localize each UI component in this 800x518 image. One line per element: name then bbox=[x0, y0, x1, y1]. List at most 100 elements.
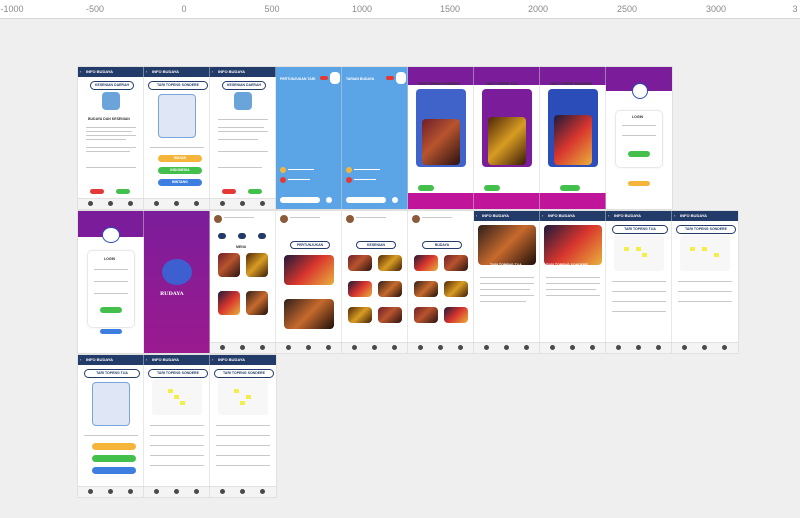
home-icon[interactable] bbox=[220, 345, 225, 350]
schedule-row[interactable] bbox=[150, 425, 204, 427]
settings-icon[interactable] bbox=[656, 345, 661, 350]
settings-icon[interactable] bbox=[458, 345, 463, 350]
search-icon[interactable] bbox=[570, 345, 575, 350]
calendar-highlight[interactable] bbox=[234, 389, 239, 393]
back-arrow-icon[interactable]: ‹ bbox=[80, 357, 81, 362]
green-option-button[interactable] bbox=[92, 455, 136, 462]
yellow-option-button[interactable]: WAYAN bbox=[158, 155, 202, 162]
calendar-highlight[interactable] bbox=[636, 247, 641, 251]
settings-icon[interactable] bbox=[326, 345, 331, 350]
schedule-row[interactable] bbox=[678, 301, 732, 303]
settings-icon[interactable] bbox=[392, 345, 397, 350]
search-icon[interactable] bbox=[636, 345, 641, 350]
screen-gallery-3[interactable]: BUDAYA bbox=[408, 211, 474, 353]
screen-onboard-3[interactable]: TARI TOPENG SONDERE bbox=[540, 67, 606, 209]
schedule-row[interactable] bbox=[216, 465, 270, 467]
home-icon[interactable] bbox=[220, 489, 225, 494]
calendar-highlight[interactable] bbox=[174, 395, 179, 399]
gallery-photo[interactable] bbox=[348, 307, 372, 323]
settings-icon[interactable] bbox=[194, 201, 199, 206]
screen-schedule-3[interactable]: ‹ INFO BUDAYA TARI TOPENG SONDERE bbox=[144, 355, 210, 497]
calendar-highlight[interactable] bbox=[624, 247, 629, 251]
menu-item-photo[interactable] bbox=[246, 253, 268, 277]
email-field[interactable] bbox=[94, 293, 128, 295]
screen-onboard-1[interactable]: TARI TOPENG SONDERE bbox=[408, 67, 474, 209]
gallery-photo[interactable] bbox=[378, 307, 402, 323]
schedule-row[interactable] bbox=[678, 281, 732, 283]
menu-item-photo[interactable] bbox=[218, 253, 240, 277]
category-icon[interactable] bbox=[218, 233, 226, 239]
screen-article-2[interactable]: ‹ INFO BUDAYA TARI TOPENG SONDERE bbox=[540, 211, 606, 353]
back-arrow-icon[interactable]: ‹ bbox=[674, 213, 675, 218]
back-arrow-icon[interactable]: ‹ bbox=[212, 357, 213, 362]
home-icon[interactable] bbox=[88, 489, 93, 494]
gallery-photo[interactable] bbox=[284, 299, 334, 329]
search-icon[interactable] bbox=[372, 345, 377, 350]
settings-icon[interactable] bbox=[524, 345, 529, 350]
search-icon[interactable] bbox=[702, 345, 707, 350]
comment-input[interactable] bbox=[280, 197, 320, 203]
back-arrow-icon[interactable]: ‹ bbox=[212, 69, 213, 74]
screen-schedule-1[interactable]: ‹ INFO BUDAYA TARI TOPENG TUA bbox=[606, 211, 672, 353]
avatar[interactable] bbox=[396, 72, 406, 84]
search-icon[interactable] bbox=[240, 489, 245, 494]
gallery-photo[interactable] bbox=[444, 307, 468, 323]
screen-login-2[interactable]: LOGIN bbox=[78, 211, 144, 353]
screen-live-2[interactable]: TARIAN BUDAYA bbox=[342, 67, 408, 209]
like-button[interactable] bbox=[326, 197, 332, 203]
calendar-highlight[interactable] bbox=[168, 389, 173, 393]
home-icon[interactable] bbox=[220, 201, 225, 206]
settings-icon[interactable] bbox=[128, 489, 133, 494]
schedule-row[interactable] bbox=[216, 425, 270, 427]
calendar[interactable] bbox=[152, 379, 202, 415]
home-icon[interactable] bbox=[154, 201, 159, 206]
calendar-highlight[interactable] bbox=[714, 253, 719, 257]
gallery-photo[interactable] bbox=[284, 255, 334, 285]
menu-item-photo[interactable] bbox=[218, 291, 240, 315]
back-arrow-icon[interactable]: ‹ bbox=[476, 213, 477, 218]
gallery-photo[interactable] bbox=[378, 255, 402, 271]
register-button[interactable] bbox=[628, 181, 650, 186]
search-icon[interactable] bbox=[240, 201, 245, 206]
home-icon[interactable] bbox=[616, 345, 621, 350]
home-icon[interactable] bbox=[550, 345, 555, 350]
green-button[interactable] bbox=[248, 189, 262, 194]
gallery-photo[interactable] bbox=[414, 255, 438, 271]
settings-icon[interactable] bbox=[260, 489, 265, 494]
register-button[interactable] bbox=[100, 329, 122, 334]
home-icon[interactable] bbox=[484, 345, 489, 350]
green-option-button[interactable]: INDONESIA bbox=[158, 167, 202, 174]
search-icon[interactable] bbox=[108, 201, 113, 206]
search-icon[interactable] bbox=[174, 201, 179, 206]
calendar[interactable] bbox=[680, 235, 730, 271]
calendar-highlight[interactable] bbox=[180, 401, 185, 405]
menu-item-photo[interactable] bbox=[246, 291, 268, 315]
back-arrow-icon[interactable]: ‹ bbox=[146, 357, 147, 362]
screen-schedule-2[interactable]: ‹ INFO BUDAYA TARI TOPENG SONDERE bbox=[672, 211, 738, 353]
search-icon[interactable] bbox=[108, 489, 113, 494]
login-button[interactable] bbox=[100, 307, 122, 313]
back-arrow-icon[interactable]: ‹ bbox=[146, 69, 147, 74]
blue-option-button[interactable] bbox=[92, 467, 136, 474]
gallery-photo[interactable] bbox=[444, 255, 468, 271]
calendar[interactable] bbox=[614, 235, 664, 271]
category-icon[interactable] bbox=[238, 233, 246, 239]
yellow-option-button[interactable] bbox=[92, 443, 136, 450]
home-icon[interactable] bbox=[352, 345, 357, 350]
schedule-row[interactable] bbox=[612, 281, 666, 283]
schedule-row[interactable] bbox=[150, 455, 204, 457]
screen-login-1[interactable]: LOGIN bbox=[606, 67, 672, 209]
home-icon[interactable] bbox=[154, 489, 159, 494]
screen-gallery-2[interactable]: KESENIAN bbox=[342, 211, 408, 353]
blue-option-button[interactable]: BINTANG bbox=[158, 179, 202, 186]
settings-icon[interactable] bbox=[590, 345, 595, 350]
search-icon[interactable] bbox=[306, 345, 311, 350]
schedule-row[interactable] bbox=[150, 465, 204, 467]
username-field[interactable] bbox=[94, 269, 128, 271]
like-button[interactable] bbox=[392, 197, 398, 203]
search-icon[interactable] bbox=[240, 345, 245, 350]
password-field[interactable] bbox=[622, 135, 656, 137]
calendar-highlight[interactable] bbox=[246, 395, 251, 399]
schedule-row[interactable] bbox=[150, 445, 204, 447]
back-arrow-icon[interactable]: ‹ bbox=[542, 213, 543, 218]
